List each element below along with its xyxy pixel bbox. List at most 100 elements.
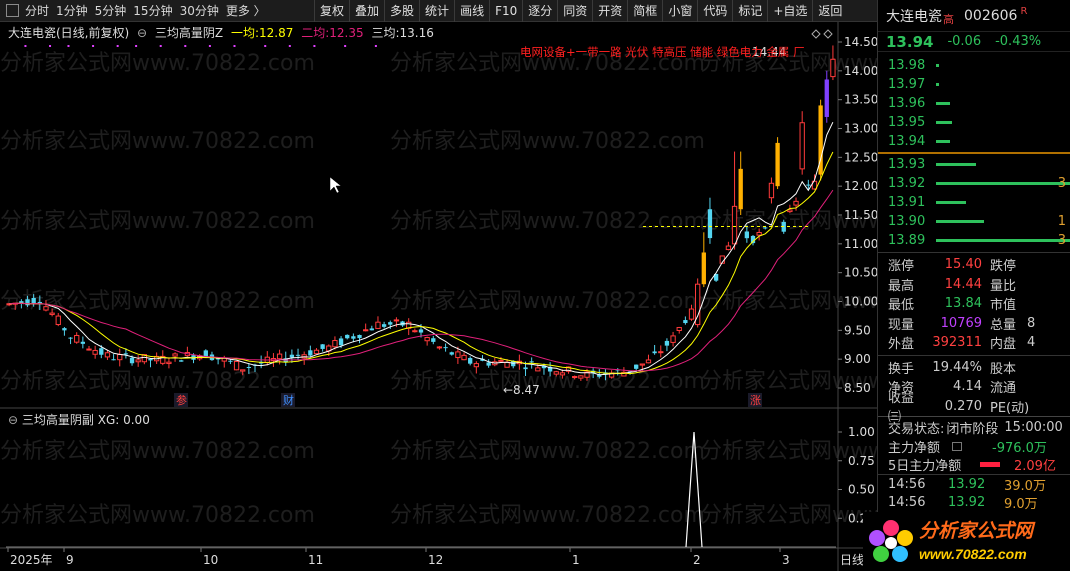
- period-tab[interactable]: 分时: [25, 2, 49, 19]
- candle-body: [744, 231, 750, 239]
- toolbar-button[interactable]: F10: [489, 0, 522, 22]
- watermark-text: 分析家公式网www.70822.com: [0, 209, 315, 234]
- dropdown-icon[interactable]: ⊖: [8, 413, 18, 427]
- add-watchlist-button[interactable]: +自选: [767, 0, 812, 22]
- stat-label: 内盘: [990, 337, 1017, 353]
- candle-body: [645, 359, 652, 364]
- stat-label: 涨停: [888, 259, 915, 275]
- candle-body: [62, 328, 67, 331]
- flow-bar: [980, 461, 1000, 467]
- stat-value: 4: [1027, 335, 1036, 351]
- candle-body: [369, 328, 374, 331]
- candle-body: [381, 324, 387, 327]
- sub-indicator-name[interactable]: 三均高量阴副: [22, 413, 94, 427]
- toolbar-button[interactable]: 多股: [384, 0, 419, 22]
- order-price: 13.92: [888, 176, 926, 191]
- dropdown-icon[interactable]: ⊖: [137, 26, 147, 40]
- stat-label: 股本: [990, 361, 1017, 377]
- toolbar-button[interactable]: 叠加: [349, 0, 384, 22]
- status-time: 15:00:00: [1004, 419, 1063, 435]
- toolbar-button[interactable]: 代码: [697, 0, 732, 22]
- indicator-name[interactable]: 三均高量阴Z: [155, 26, 223, 40]
- x-tick-label: 9: [66, 553, 74, 567]
- watermark-text: 分析家公式网www.70822.com: [390, 289, 705, 314]
- candle-body: [455, 351, 461, 359]
- toolbar-button[interactable]: 复权: [314, 0, 349, 22]
- y-tick-label: 9.50: [844, 323, 871, 337]
- high-tag: 高: [943, 12, 954, 26]
- candle-body: [92, 349, 98, 355]
- period-tab[interactable]: 30分钟: [180, 2, 219, 19]
- watermark-text: 分析家公式网www.70822.com: [390, 439, 705, 464]
- candle-body: [19, 301, 24, 304]
- candle-body: [799, 122, 805, 170]
- watermark-text: 分析家公式网www.70822.com: [390, 503, 705, 528]
- ma3-value: 13.16: [399, 26, 434, 40]
- event-marker: 财: [283, 393, 294, 407]
- toolbar-button[interactable]: 统计: [419, 0, 454, 22]
- signal-dot: [288, 45, 291, 47]
- checkbox[interactable]: [6, 4, 19, 17]
- candle-body: [652, 351, 657, 354]
- candle-body: [49, 312, 55, 315]
- toolbar-button[interactable]: 小窗: [662, 0, 697, 22]
- candle-body: [830, 58, 836, 78]
- stat-row: 收益㈢ 0.270 PE(动): [878, 391, 1070, 425]
- order-volume-bar: [936, 163, 976, 166]
- signal-dot: [264, 45, 267, 47]
- candle-body: [824, 79, 829, 117]
- brand-url: www.70822.com: [919, 546, 1027, 562]
- chart-legend: 大连电瓷(日线,前复权) ⊖ 三均高量阴Z 一均:12.87 二均:12.35 …: [8, 24, 438, 41]
- stat-label: 最低: [888, 298, 915, 314]
- toolbar-button[interactable]: 开资: [592, 0, 627, 22]
- toolbar-button[interactable]: 画线: [454, 0, 489, 22]
- brand-title: 分析家公式网: [919, 521, 1034, 542]
- candle-body: [74, 334, 80, 343]
- stock-code: 002606: [964, 7, 1018, 24]
- candle-body: [345, 334, 350, 339]
- stat-row: 涨停 15.40 跌停: [878, 255, 1070, 275]
- candle-body: [246, 367, 252, 369]
- x-corner-label: 日线: [840, 553, 864, 567]
- back-button[interactable]: 返回: [812, 0, 847, 22]
- trade-price: 13.92: [948, 494, 986, 510]
- x-tick-label: 1: [572, 553, 580, 567]
- price-row: 13.94 -0.06 -0.43%: [878, 32, 1070, 52]
- period-tab[interactable]: 15分钟: [133, 2, 172, 19]
- y-tick-label: 10.00: [844, 295, 877, 309]
- flower-logo-icon: [869, 520, 913, 562]
- period-tab[interactable]: 5分钟: [95, 2, 127, 19]
- trade-time: 14:56: [888, 494, 926, 510]
- stat-value: 10769: [940, 315, 982, 331]
- order-row: 13.94: [878, 132, 1070, 151]
- order-volume: 3: [1057, 176, 1066, 191]
- ma2-label: 二均:: [301, 26, 330, 40]
- period-tab[interactable]: 1分钟: [56, 2, 88, 19]
- x-tick-label: 12: [428, 553, 443, 567]
- toolbar-button[interactable]: 简框: [627, 0, 662, 22]
- stat-value: 392311: [932, 335, 982, 351]
- stat-row: 最高 14.44 量比: [878, 275, 1070, 295]
- stat-label: 现量: [888, 317, 915, 333]
- signal-dot: [159, 45, 162, 47]
- trade-volume: 39.0万: [1004, 479, 1046, 495]
- toolbar-button[interactable]: 同资: [557, 0, 592, 22]
- candle-body: [148, 358, 153, 361]
- ma1-value: 12.87: [259, 26, 294, 40]
- trade-row: 14:56 13.92 39.0万: [878, 476, 1070, 494]
- candle-body: [412, 330, 418, 333]
- flow-label: 主力净额: [888, 440, 941, 456]
- more-periods[interactable]: 更多 〉: [226, 2, 266, 19]
- menu-icon[interactable]: [952, 441, 962, 451]
- candle-body: [756, 231, 762, 236]
- y-tick-label: 8.50: [844, 381, 871, 395]
- toolbar-button[interactable]: 标记: [732, 0, 767, 22]
- trade-row: 14:56 13.92 9.0万: [878, 494, 1070, 512]
- candle-body: [486, 362, 491, 366]
- toolbar-button[interactable]: 逐分: [522, 0, 557, 22]
- order-volume-bar: [936, 220, 984, 223]
- order-price: 13.98: [888, 58, 926, 73]
- kline-chart[interactable]: 分析家公式网www.70822.com 分析家公式网www.70822.com 分析…: [0, 22, 877, 571]
- stat-label: 总量: [990, 317, 1017, 333]
- trade-volume: 9.0万: [1004, 496, 1038, 512]
